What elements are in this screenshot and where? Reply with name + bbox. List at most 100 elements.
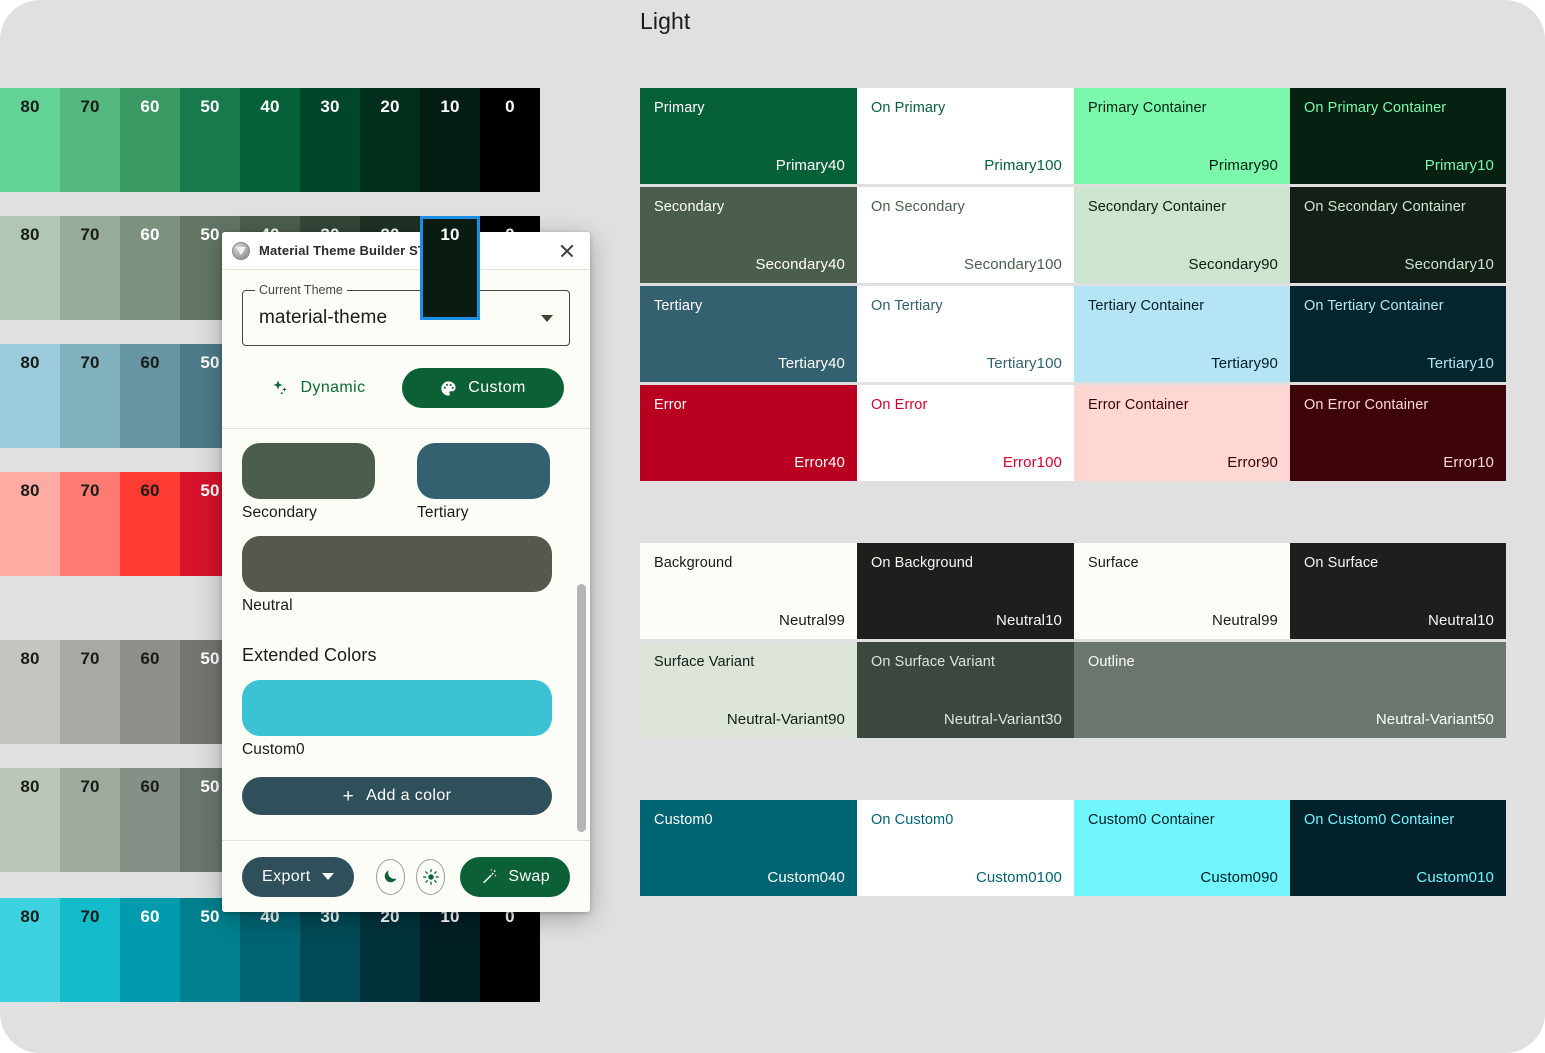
role-swatch-tone: Tertiary100 <box>986 355 1062 372</box>
light-mode-button[interactable] <box>416 858 446 895</box>
dialog-titlebar: Material Theme Builder STAGING <box>222 232 590 270</box>
neutral-color-swatch[interactable] <box>242 536 552 592</box>
tonal-swatch-primary-palette-10[interactable]: 10 <box>420 88 480 192</box>
role-swatch-name: Surface Variant <box>654 654 755 670</box>
role-swatch-name: Secondary <box>654 199 725 215</box>
current-theme-label: Current Theme <box>255 283 347 297</box>
tonal-swatch-tertiary-palette-60[interactable]: 60 <box>120 344 180 448</box>
role-swatch-name: Secondary Container <box>1088 199 1227 215</box>
role-swatch-tone: Secondary100 <box>964 256 1062 273</box>
role-swatch-name: On Error <box>871 397 928 413</box>
tonal-swatch-primary-palette-20[interactable]: 20 <box>360 88 420 192</box>
role-swatch-custom090[interactable]: Custom0 Container Custom090 <box>1074 800 1290 896</box>
tonal-swatch-secondary-palette-80[interactable]: 80 <box>0 216 60 320</box>
role-swatch-custom040[interactable]: Custom0 Custom040 <box>640 800 857 896</box>
custom-mode-button[interactable]: Custom <box>401 368 564 408</box>
role-swatch-name: On Secondary <box>871 199 965 215</box>
role-swatch-primary100[interactable]: On Primary Primary100 <box>857 88 1074 184</box>
role-swatch-tone: Tertiary40 <box>778 355 845 372</box>
tonal-swatch-custom0-palette-30[interactable]: 30 <box>300 898 360 1002</box>
dark-mode-button[interactable] <box>375 858 406 895</box>
role-swatch-primary40[interactable]: Primary Primary40 <box>640 88 857 184</box>
role-swatch-tertiary100[interactable]: On Tertiary Tertiary100 <box>857 286 1074 382</box>
tonal-swatch-primary-palette-0[interactable]: 0 <box>480 88 540 192</box>
role-swatch-neutral-variant50[interactable]: Outline Neutral-Variant50 <box>1074 642 1506 738</box>
role-swatch-neutral-variant90[interactable]: Surface Variant Neutral-Variant90 <box>640 642 857 738</box>
role-swatch-error40[interactable]: Error Error40 <box>640 385 857 481</box>
tonal-swatch-neutral-variant-palette-80[interactable]: 80 <box>0 768 60 872</box>
tonal-swatch-custom0-palette-0[interactable]: 0 <box>480 898 540 1002</box>
role-swatch-error100[interactable]: On Error Error100 <box>857 385 1074 481</box>
role-row-secondary-row: Secondary Secondary40 On Secondary Secondar… <box>640 187 1506 283</box>
tonal-swatch-error-palette-80[interactable]: 80 <box>0 472 60 576</box>
tonal-swatch-secondary-palette-60[interactable]: 60 <box>120 216 180 320</box>
tonal-swatch-custom0-palette-80[interactable]: 80 <box>0 898 60 1002</box>
role-swatch-tone: Primary90 <box>1208 157 1278 174</box>
app-canvas: Light 8070605040302010080706050403020100… <box>0 0 1545 1053</box>
tonal-swatch-primary-palette-40[interactable]: 40 <box>240 88 300 192</box>
tonal-swatch-error-palette-70[interactable]: 70 <box>60 472 120 576</box>
role-swatch-neutral-variant30[interactable]: On Surface Variant Neutral-Variant30 <box>857 642 1074 738</box>
role-swatch-custom0100[interactable]: On Custom0 Custom0100 <box>857 800 1074 896</box>
role-swatch-neutral99[interactable]: Surface Neutral99 <box>1074 543 1290 639</box>
role-swatch-name: Outline <box>1088 654 1135 670</box>
role-swatch-error90[interactable]: Error Container Error90 <box>1074 385 1290 481</box>
tonal-swatch-custom0-palette-70[interactable]: 70 <box>60 898 120 1002</box>
role-swatch-tone: Secondary90 <box>1188 256 1278 273</box>
role-swatch-secondary40[interactable]: Secondary Secondary40 <box>640 187 857 283</box>
role-swatch-neutral10[interactable]: On Surface Neutral10 <box>1290 543 1506 639</box>
secondary-color-label: Secondary <box>242 504 318 521</box>
role-swatch-tone: Neutral-Variant90 <box>726 711 845 728</box>
role-swatch-secondary100[interactable]: On Secondary Secondary100 <box>857 187 1074 283</box>
swap-button[interactable]: Swap <box>460 856 570 897</box>
tonal-swatch-primary-palette-50[interactable]: 50 <box>180 88 240 192</box>
add-a-color-button[interactable]: + Add a color <box>242 777 552 815</box>
tonal-swatch-custom0-palette-10[interactable]: 10 <box>420 898 480 1002</box>
tonal-swatch-primary-palette-80[interactable]: 80 <box>0 88 60 192</box>
close-icon[interactable] <box>556 240 578 262</box>
tonal-swatch-neutral-palette-80[interactable]: 80 <box>0 640 60 744</box>
tonal-swatch-secondary-palette-10[interactable]: 10 <box>420 216 480 320</box>
role-swatch-secondary90[interactable]: Secondary Container Secondary90 <box>1074 187 1290 283</box>
tonal-swatch-primary-palette-30[interactable]: 30 <box>300 88 360 192</box>
role-swatch-custom010[interactable]: On Custom0 Container Custom010 <box>1290 800 1506 896</box>
dialog-scrollbar-thumb[interactable] <box>577 584 586 832</box>
moon-icon <box>384 870 397 883</box>
tonal-swatch-primary-palette-60[interactable]: 60 <box>120 88 180 192</box>
role-swatch-primary90[interactable]: Primary Container Primary90 <box>1074 88 1290 184</box>
tonal-swatch-custom0-palette-50[interactable]: 50 <box>180 898 240 1002</box>
tonal-swatch-error-palette-60[interactable]: 60 <box>120 472 180 576</box>
tonal-swatch-secondary-palette-70[interactable]: 70 <box>60 216 120 320</box>
tonal-swatch-tertiary-palette-80[interactable]: 80 <box>0 344 60 448</box>
export-button[interactable]: Export <box>242 856 354 897</box>
dynamic-mode-button[interactable]: Dynamic <box>248 368 389 408</box>
role-swatch-tertiary10[interactable]: On Tertiary Container Tertiary10 <box>1290 286 1506 382</box>
tonal-swatch-neutral-palette-70[interactable]: 70 <box>60 640 120 744</box>
chevron-down-icon <box>541 314 553 322</box>
role-swatch-tertiary90[interactable]: Tertiary Container Tertiary90 <box>1074 286 1290 382</box>
tonal-swatch-custom0-palette-20[interactable]: 20 <box>360 898 420 1002</box>
dialog-scrollbar-track[interactable] <box>575 429 587 840</box>
role-swatch-neutral10[interactable]: On Background Neutral10 <box>857 543 1074 639</box>
tonal-swatch-custom0-palette-60[interactable]: 60 <box>120 898 180 1002</box>
tonal-swatch-neutral-variant-palette-70[interactable]: 70 <box>60 768 120 872</box>
role-swatch-neutral99[interactable]: Background Neutral99 <box>640 543 857 639</box>
role-swatch-tone: Neutral-Variant30 <box>943 711 1062 728</box>
tonal-swatch-neutral-variant-palette-60[interactable]: 60 <box>120 768 180 872</box>
tonal-swatch-primary-palette-70[interactable]: 70 <box>60 88 120 192</box>
role-swatch-secondary10[interactable]: On Secondary Container Secondary10 <box>1290 187 1506 283</box>
tonal-swatch-label: 80 <box>20 353 40 372</box>
role-swatch-primary10[interactable]: On Primary Container Primary10 <box>1290 88 1506 184</box>
tertiary-color-swatch[interactable] <box>417 443 550 499</box>
role-swatch-tertiary40[interactable]: Tertiary Tertiary40 <box>640 286 857 382</box>
custom0-color-swatch[interactable] <box>242 680 552 736</box>
tonal-swatch-neutral-palette-60[interactable]: 60 <box>120 640 180 744</box>
role-swatch-error10[interactable]: On Error Container Error10 <box>1290 385 1506 481</box>
neutral-color-item: Neutral <box>242 536 552 615</box>
tonal-swatch-label: 80 <box>20 225 40 244</box>
tonal-swatch-tertiary-palette-70[interactable]: 70 <box>60 344 120 448</box>
current-theme-select[interactable]: Current Theme material-theme <box>242 283 570 346</box>
secondary-color-swatch[interactable] <box>242 443 375 499</box>
role-swatch-tone: Secondary10 <box>1404 256 1494 273</box>
tonal-swatch-custom0-palette-40[interactable]: 40 <box>240 898 300 1002</box>
